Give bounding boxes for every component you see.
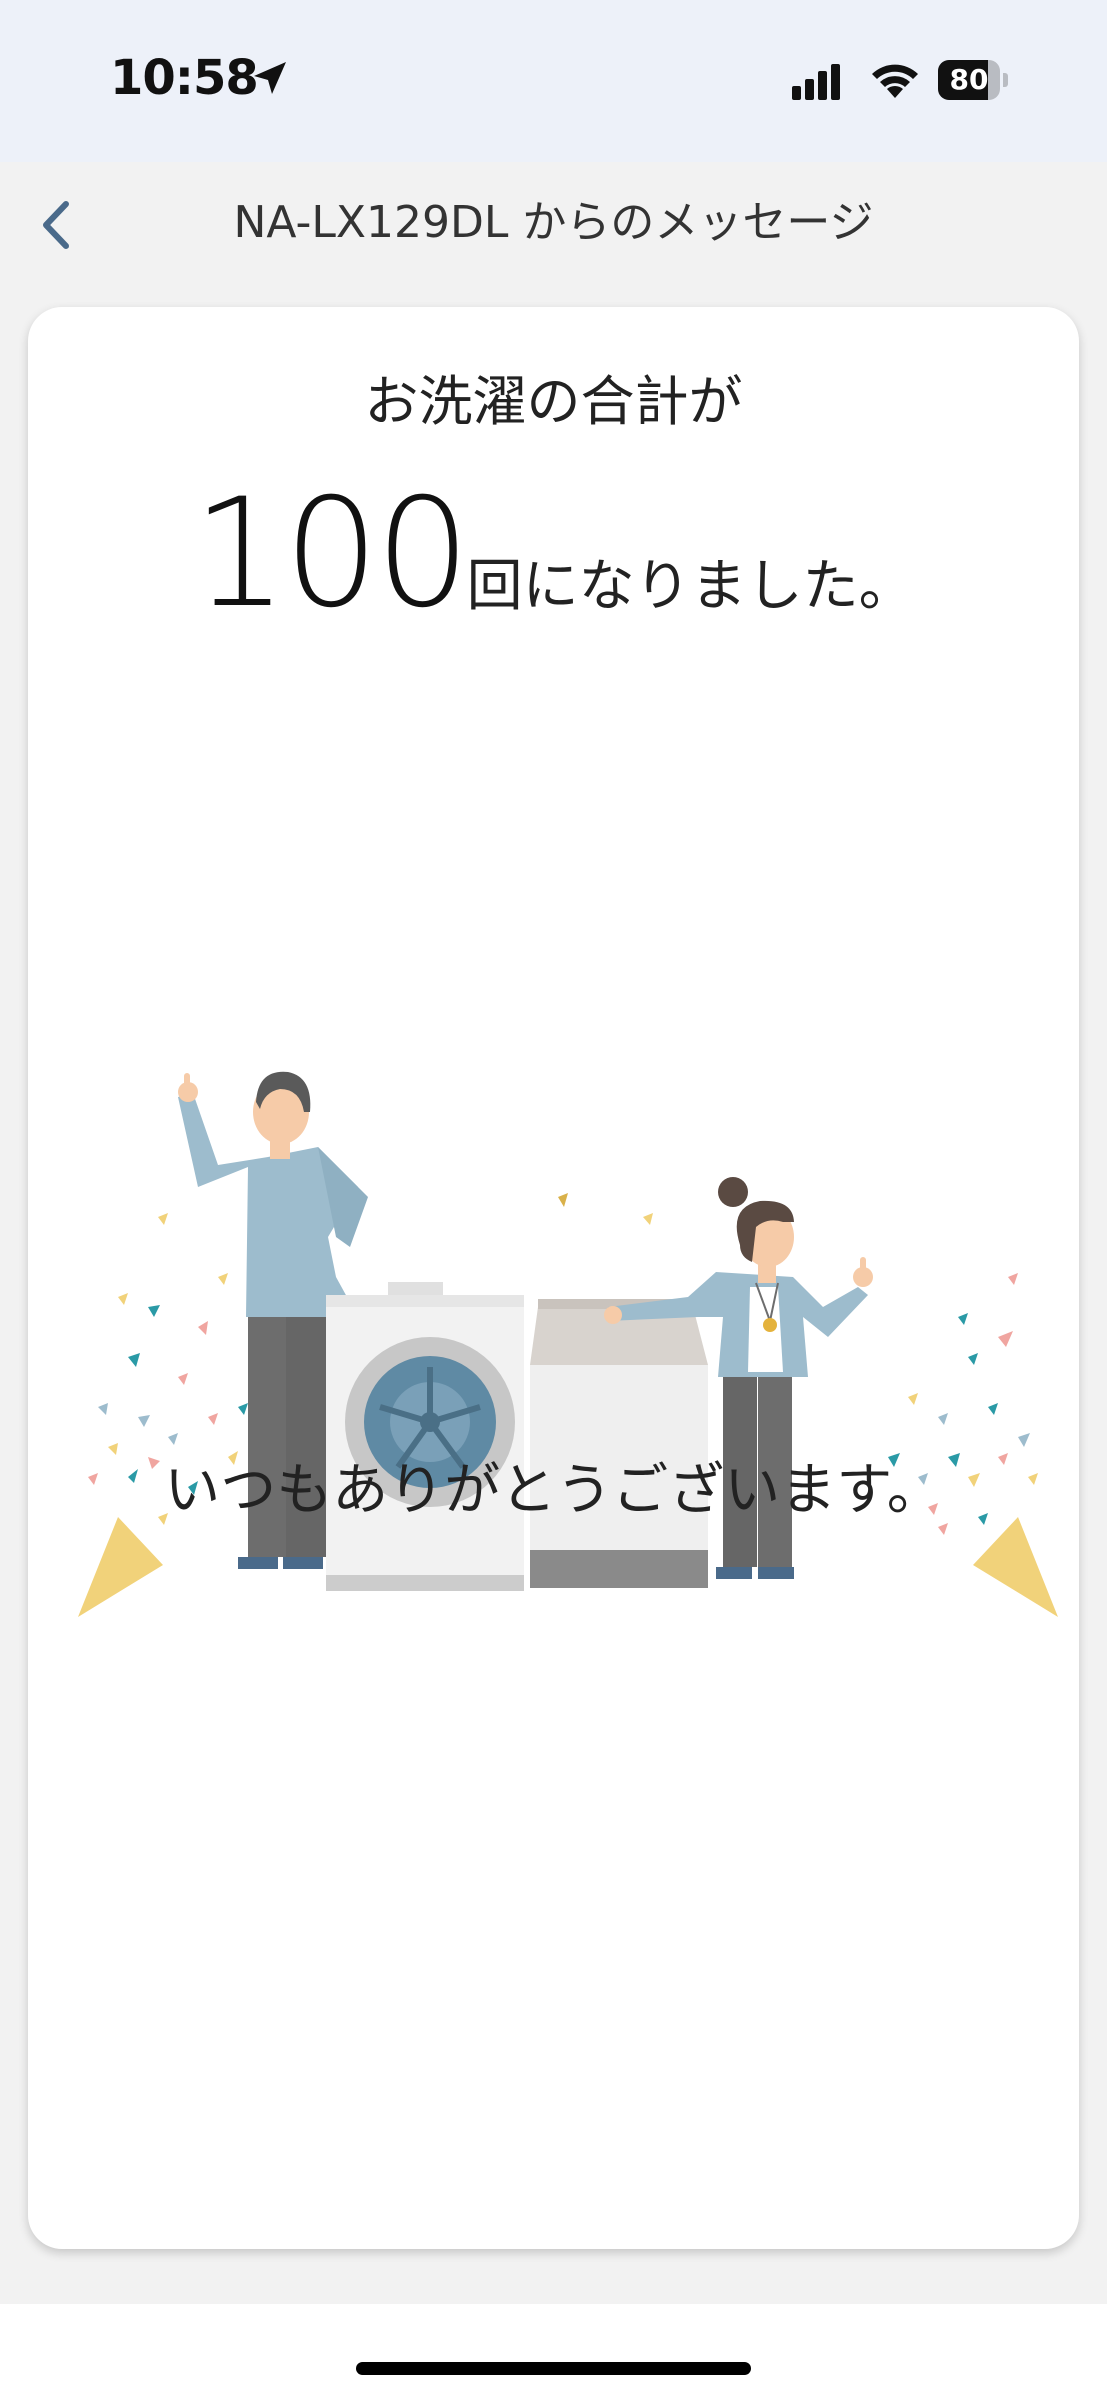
wash-count-suffix: 回になりました。 [466, 554, 915, 619]
thanks-message: いつもありがとうございます。 [164, 1458, 943, 1523]
battery-percent: 80 [949, 63, 989, 96]
confetti-cone-right [973, 1517, 1058, 1617]
wash-count-number: 100 [192, 467, 470, 641]
bottom-safe-area [0, 2304, 1107, 2400]
message-headline: お洗濯の合計が [364, 370, 743, 433]
wash-count-line: 100回になりました。 [28, 467, 1079, 641]
status-bar: 10:58 80 [0, 0, 1107, 162]
navigation-bar: NA-LX129DL からのメッセージ [0, 162, 1107, 302]
status-time: 10:58 [110, 50, 259, 106]
home-indicator[interactable] [356, 2362, 751, 2375]
page-title: NA-LX129DL からのメッセージ [233, 197, 874, 248]
message-card: お洗濯の合計が 100回になりました。 いつもありがとうございます。 [28, 307, 1079, 2249]
drum-washer [326, 1282, 524, 1591]
location-arrow-icon [254, 62, 286, 94]
cellular-signal-icon [792, 64, 840, 100]
confetti-cone-left [78, 1517, 163, 1617]
wifi-icon [872, 64, 918, 98]
top-load-washer [530, 1299, 708, 1588]
battery-icon: 80 [938, 60, 1010, 100]
